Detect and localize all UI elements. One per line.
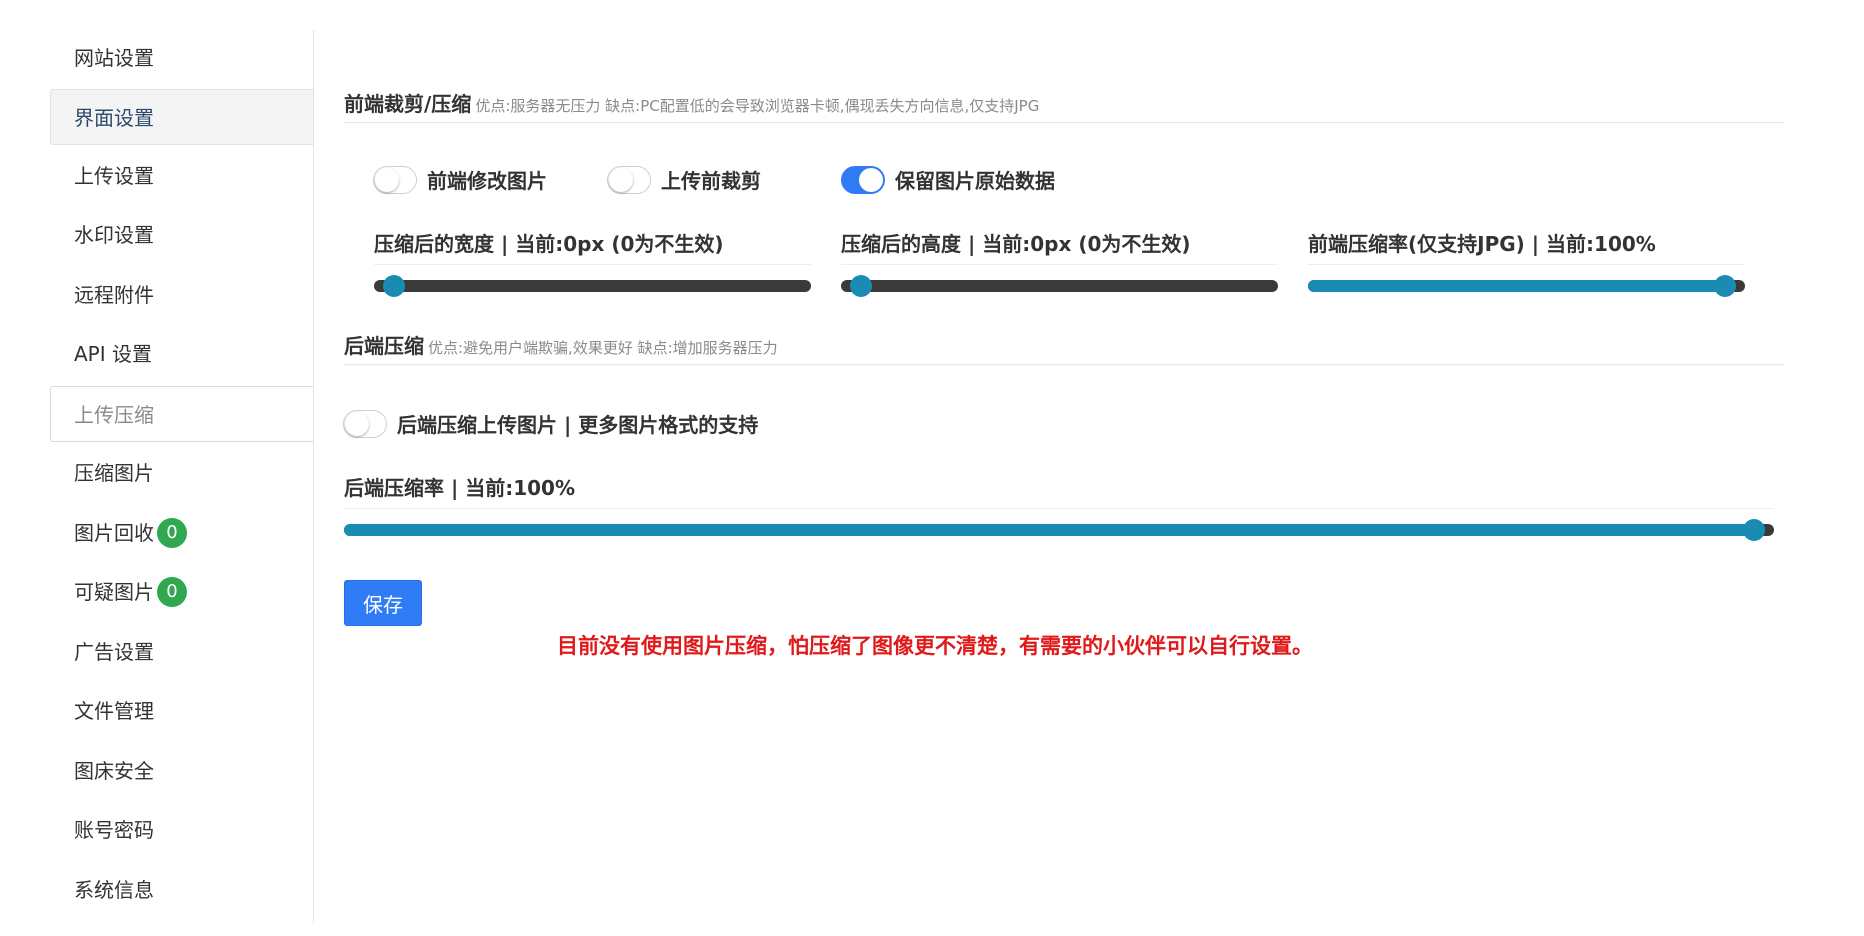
count-badge: 0 [157, 576, 187, 607]
switch-track [607, 165, 651, 194]
slider-fill [344, 524, 1754, 536]
sidebar-item-label: 界面设置 [74, 106, 154, 130]
slider-rail [841, 280, 1278, 292]
sidebar-item-remote-attachments[interactable]: 远程附件 [50, 267, 313, 323]
backend-section-header: 后端压缩 优点:避免用户端欺骗,效果更好 缺点:增加服务器压力 [344, 330, 1784, 365]
slider-thumb[interactable] [1714, 275, 1736, 297]
sidebar-item-compress-images[interactable]: 压缩图片 [50, 445, 313, 501]
switch-track [841, 165, 885, 194]
count-badge: 0 [157, 517, 187, 548]
switch-label: 上传前裁剪 [661, 169, 761, 193]
backend-compress-switch[interactable]: 后端压缩上传图片 | 更多图片格式的支持 [343, 409, 758, 438]
sidebar-item-label: 图片回收 [74, 521, 154, 545]
width-slider[interactable] [374, 264, 811, 297]
frontend-rate-slider-label: 前端压缩率(仅支持JPG) | 当前:100% [1308, 232, 1656, 256]
sidebar-item-upload-settings[interactable]: 上传设置 [50, 148, 313, 204]
slider-thumb[interactable] [1743, 519, 1765, 541]
backend-section-title: 后端压缩 [344, 334, 424, 358]
sidebar-item-label: 文件管理 [74, 699, 154, 723]
sidebar-item-label: 远程附件 [74, 283, 154, 307]
sidebar-item-label: API 设置 [74, 342, 152, 366]
sidebar-item-account-password[interactable]: 账号密码 [50, 802, 313, 858]
switch-label: 后端压缩上传图片 | 更多图片格式的支持 [397, 413, 759, 437]
height-slider[interactable] [841, 264, 1278, 297]
sidebar-item-ui-settings[interactable]: 界面设置 [50, 89, 313, 145]
sidebar-item-label: 系统信息 [74, 878, 154, 902]
notice-text: 目前没有使用图片压缩，怕压缩了图像更不清楚，有需要的小伙伴可以自行设置。 [557, 634, 1313, 658]
sidebar-item-image-host-security[interactable]: 图床安全 [50, 743, 313, 799]
sidebar-item-file-management[interactable]: 文件管理 [50, 683, 313, 739]
frontend-section-header: 前端裁剪/压缩 优点:服务器无压力 缺点:PC配置低的会导致浏览器卡顿,偶现丢失方… [344, 88, 1784, 123]
backend-rate-slider[interactable] [344, 508, 1774, 541]
switch-track [343, 409, 387, 438]
slider-thumb[interactable] [850, 275, 872, 297]
backend-rate-slider-label: 后端压缩率 | 当前:100% [344, 476, 576, 500]
sidebar: 网站设置 界面设置 上传设置 水印设置 远程附件 API 设置 上传压缩 压缩图… [50, 30, 314, 923]
sidebar-item-site-settings[interactable]: 网站设置 [50, 30, 313, 86]
frontend-section-title: 前端裁剪/压缩 [344, 92, 472, 116]
switch-label: 前端修改图片 [427, 169, 547, 193]
sidebar-item-suspicious-images[interactable]: 可疑图片 0 [50, 564, 313, 620]
sidebar-item-upload-compression[interactable]: 上传压缩 [50, 386, 313, 442]
switch-knob [375, 167, 399, 192]
height-slider-label: 压缩后的高度 | 当前:0px (0为不生效) [841, 232, 1191, 256]
sidebar-item-watermark-settings[interactable]: 水印设置 [50, 207, 313, 263]
switch-knob [345, 411, 369, 436]
save-button[interactable]: 保存 [344, 580, 422, 626]
switch-track [373, 165, 417, 194]
sidebar-item-label: 广告设置 [74, 640, 154, 664]
frontend-rate-slider[interactable] [1308, 264, 1745, 297]
switch-knob [609, 167, 633, 192]
switch-knob [859, 167, 883, 192]
sidebar-item-label: 压缩图片 [74, 461, 154, 485]
slider-fill [1308, 280, 1725, 292]
page: 网站设置 界面设置 上传设置 水印设置 远程附件 API 设置 上传压缩 压缩图… [0, 0, 1864, 936]
sidebar-item-image-recycle[interactable]: 图片回收 0 [50, 505, 313, 561]
keep-original-data-switch[interactable]: 保留图片原始数据 [841, 165, 1055, 194]
sidebar-item-api-settings[interactable]: API 设置 [50, 326, 313, 382]
sidebar-item-label: 账号密码 [74, 818, 154, 842]
slider-thumb[interactable] [383, 275, 405, 297]
sidebar-item-label: 图床安全 [74, 759, 154, 783]
sidebar-item-ad-settings[interactable]: 广告设置 [50, 624, 313, 680]
sidebar-item-label: 上传压缩 [74, 403, 154, 427]
frontend-section-hint: 优点:服务器无压力 缺点:PC配置低的会导致浏览器卡顿,偶现丢失方向信息,仅支持… [475, 97, 1040, 115]
sidebar-item-system-info[interactable]: 系统信息 [50, 862, 313, 918]
backend-section-hint: 优点:避免用户端欺骗,效果更好 缺点:增加服务器压力 [428, 339, 778, 357]
slider-rail [374, 280, 811, 292]
sidebar-item-label: 可疑图片 [74, 580, 154, 604]
sidebar-item-label: 上传设置 [74, 164, 154, 188]
crop-before-upload-switch[interactable]: 上传前裁剪 [607, 165, 761, 194]
frontend-modify-image-switch[interactable]: 前端修改图片 [373, 165, 547, 194]
sidebar-item-label: 网站设置 [74, 46, 154, 70]
sidebar-item-label: 水印设置 [74, 223, 154, 247]
switch-label: 保留图片原始数据 [895, 169, 1055, 193]
width-slider-label: 压缩后的宽度 | 当前:0px (0为不生效) [374, 232, 724, 256]
